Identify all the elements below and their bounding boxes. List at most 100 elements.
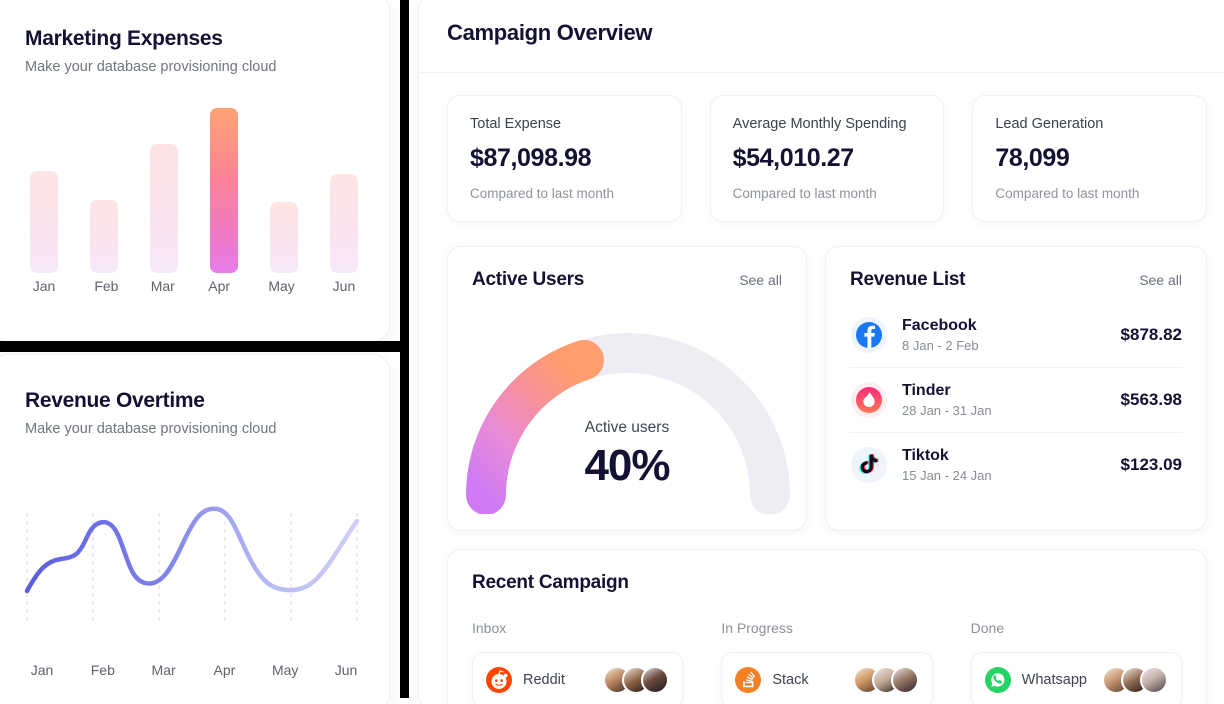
line-label-feb: Feb [90,662,115,678]
bar-apr [210,108,238,273]
stat-footnote: Compared to last month [995,186,1140,201]
bar-label-jan: Jan [32,278,56,294]
bar-label-mar: Mar [150,278,175,294]
revenue-header: Revenue Overtime Make your database prov… [0,355,389,437]
bar-col-may[interactable] [261,108,307,273]
task-card-whatsapp[interactable]: Whatsapp [970,652,1182,704]
stat-footnote: Compared to last month [470,186,615,201]
stat-value: 78,099 [995,144,1070,172]
bar-col-jun[interactable] [321,108,367,273]
facebook-icon [850,316,888,354]
stat-label: Lead Generation [995,116,1104,132]
bar-jan [30,170,58,273]
task-avatars [1101,666,1168,694]
list-item-amount: $563.98 [1120,390,1182,409]
active-users-gauge: Active users 40% [448,299,806,515]
active-users-title: Active Users [472,269,585,290]
bar-jun [330,174,358,273]
line-label-jan: Jan [30,662,54,678]
revenue-list: Facebook 8 Jan - 2 Feb $878.82 Tinder 28… [826,291,1206,497]
stat-value: $54,010.27 [732,144,855,172]
bar-label-feb: Feb [94,278,119,294]
stat-value: $87,098.98 [470,144,592,172]
marketing-header: Marketing Expenses Make your database pr… [0,0,389,75]
line-label-jun: Jun [334,662,358,678]
list-item-meta: Tiktok 15 Jan - 24 Jan [902,447,1107,483]
task-card-stack[interactable]: Stack [721,652,933,704]
middle-row: Active Users See all Active users 40% Re… [447,246,1207,531]
active-users-card: Active Users See all Active users 40% [447,246,807,531]
tinder-icon [850,381,888,419]
panel-body: Total Expense $87,098.98 Compared to las… [419,73,1224,704]
stat-card-lead-generation[interactable]: Lead Generation 78,099 Compared to last … [972,95,1208,222]
dashboard-root: Marketing Expenses Make your database pr… [0,0,1224,704]
frame-divider-vertical [400,0,409,698]
task-avatars [603,666,670,694]
bar-label-may: May [268,278,295,294]
bar-axis-labels: Jan Feb Mar Apr May Jun [17,279,371,294]
marketing-title: Marketing Expenses [25,27,223,50]
active-users-header: Active Users See all [448,247,806,291]
list-item[interactable]: Facebook 8 Jan - 2 Feb $878.82 [850,303,1182,367]
stat-card-total-expense[interactable]: Total Expense $87,098.98 Compared to las… [447,95,682,222]
revenue-list-title: Revenue List [850,269,966,290]
gauge-center-labels: Active users 40% [448,419,806,491]
task-name: Whatsapp [1021,672,1087,688]
bar-series [17,108,371,273]
kanban-column-in-progress: In Progress Stack [721,620,933,704]
list-item-date: 15 Jan - 24 Jan [902,468,992,483]
task-card-reddit[interactable]: Reddit [472,652,684,704]
avatar [641,666,670,694]
list-item-amount: $878.82 [1120,325,1182,344]
line-label-may: May [271,662,299,678]
list-item-date: 28 Jan - 31 Jan [902,403,992,418]
list-item[interactable]: Tinder 28 Jan - 31 Jan $563.98 [850,367,1182,432]
revenue-list-header: Revenue List See all [826,247,1206,291]
active-users-see-all-link[interactable]: See all [739,272,782,288]
recent-campaign-title: Recent Campaign [472,572,629,593]
list-item-meta: Facebook 8 Jan - 2 Feb [902,317,1107,353]
bar-col-apr[interactable] [201,108,247,273]
kanban-column-done: Done Whatsapp [970,620,1182,704]
bar-mar [150,144,178,273]
revenue-list-see-all-link[interactable]: See all [1139,272,1182,288]
kanban-column-inbox: Inbox Reddit [472,620,684,704]
line-chart-svg [24,506,360,625]
stat-card-average-monthly-spending[interactable]: Average Monthly Spending $54,010.27 Comp… [709,95,945,222]
kanban-column-label: In Progress [721,620,793,636]
list-item-date: 8 Jan - 2 Feb [902,338,979,353]
revenue-list-card: Revenue List See all Facebook 8 Jan - 2 … [825,246,1207,531]
task-avatars [852,666,919,694]
marketing-bar-chart: Jan Feb Mar Apr May Jun [17,108,371,298]
reddit-icon [486,667,512,693]
bar-col-jan[interactable] [21,108,67,273]
task-left: Stack [735,667,809,693]
bar-col-feb[interactable] [81,108,127,273]
line-label-mar: Mar [151,662,176,678]
bar-col-mar[interactable] [141,108,187,273]
line-label-apr: Apr [213,662,236,678]
marketing-expenses-card: Marketing Expenses Make your database pr… [0,0,390,342]
tiktok-icon [850,446,888,484]
whatsapp-icon [984,667,1011,693]
kanban-columns: Inbox Reddit In Progress Stack Done What… [472,620,1182,704]
stat-cards: Total Expense $87,098.98 Compared to las… [447,95,1208,222]
list-item-name: Tinder [902,382,951,399]
revenue-title: Revenue Overtime [25,389,205,412]
revenue-subtitle: Make your database provisioning cloud [25,421,277,437]
revenue-line-chart: Jan Feb Mar Apr May Jun [13,473,375,678]
line-axis-labels: Jan Feb Mar Apr May Jun [13,662,375,678]
recent-campaign-card: Recent Campaign Inbox Reddit In Progress… [447,549,1207,704]
marketing-subtitle: Make your database provisioning cloud [25,59,277,75]
bar-label-apr: Apr [208,278,231,294]
avatar [1139,666,1168,694]
stackoverflow-icon [735,667,762,693]
gauge-percent-value: 40% [584,441,670,490]
bar-feb [90,200,118,273]
list-item[interactable]: Tiktok 15 Jan - 24 Jan $123.09 [850,432,1182,497]
list-item-name: Tiktok [902,447,949,464]
stat-label: Total Expense [470,116,562,132]
panel-header: Campaign Overview [419,0,1224,73]
line-series-path [24,506,360,594]
task-name: Reddit [523,672,565,688]
